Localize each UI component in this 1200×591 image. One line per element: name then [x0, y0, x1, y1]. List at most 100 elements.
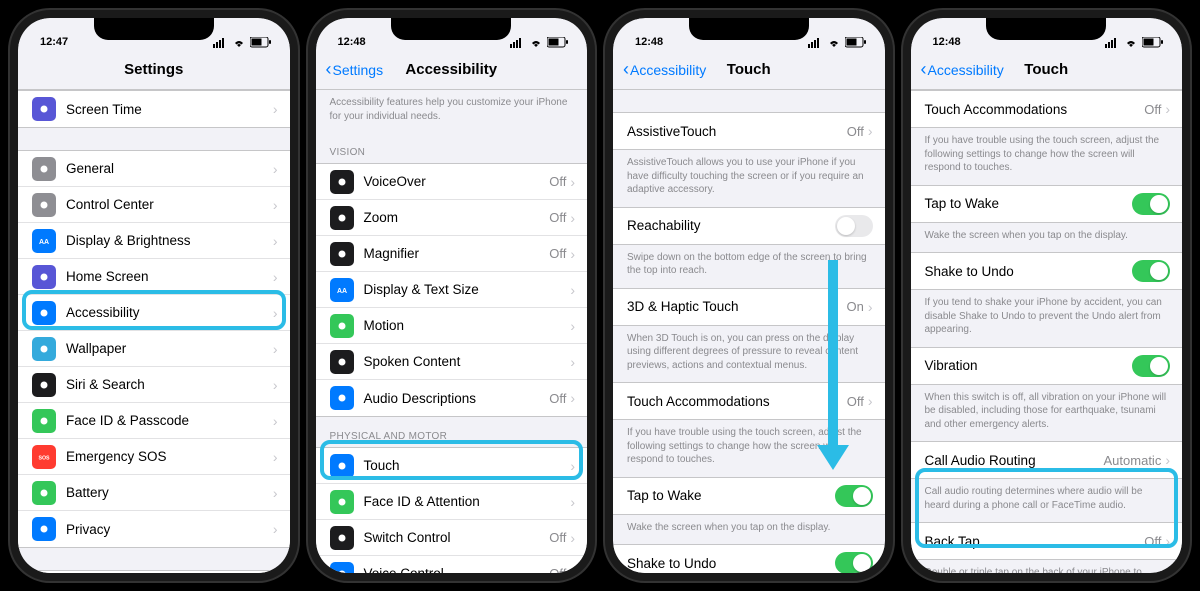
nav-back-button[interactable]: ‹Accessibility [921, 59, 1004, 80]
settings-row[interactable]: Back TapOff› [911, 523, 1183, 559]
row-label: Zoom [364, 210, 550, 225]
status-time: 12:48 [635, 36, 663, 48]
toggle-switch[interactable] [835, 215, 873, 237]
settings-row[interactable]: Siri & Search› [18, 367, 290, 403]
settings-row[interactable]: Touch› [316, 448, 588, 484]
settings-row[interactable]: AssistiveTouchOff› [613, 113, 885, 149]
settings-row[interactable]: ZoomOff› [316, 200, 588, 236]
signal-icon [213, 38, 228, 48]
settings-row[interactable]: AADisplay & Brightness› [18, 223, 290, 259]
switchctl-icon [330, 526, 354, 550]
person-icon [32, 301, 56, 325]
toggle-switch[interactable] [1132, 355, 1170, 377]
chevron-right-icon: › [273, 101, 278, 117]
settings-group: Tap to Wake [911, 185, 1183, 223]
magnifier-icon [330, 242, 354, 266]
toggle-switch[interactable] [1132, 260, 1170, 282]
settings-row[interactable]: VoiceOverOff› [316, 164, 588, 200]
settings-row[interactable]: AADisplay & Text Size› [316, 272, 588, 308]
nav-bar: ‹SettingsAccessibility [316, 50, 588, 90]
settings-row[interactable]: Vibration [911, 348, 1183, 384]
settings-row[interactable]: General› [18, 151, 290, 187]
battery-icon [1142, 37, 1164, 48]
settings-row[interactable]: Battery› [18, 475, 290, 511]
settings-row[interactable]: 3D & Haptic TouchOn› [613, 289, 885, 325]
settings-row[interactable]: Spoken Content› [316, 344, 588, 380]
settings-group: Touch›Face ID & Attention›Switch Control… [316, 447, 588, 573]
settings-row[interactable]: SOSEmergency SOS› [18, 439, 290, 475]
chevron-right-icon: › [570, 318, 575, 334]
row-label: Shake to Undo [627, 556, 835, 571]
chevron-right-icon: › [868, 123, 873, 139]
face-icon [330, 490, 354, 514]
row-label: Tap to Wake [627, 488, 835, 503]
chevron-right-icon: › [1165, 452, 1170, 468]
nav-bar: ‹AccessibilityTouch [613, 50, 885, 90]
signal-icon [1105, 38, 1120, 48]
row-label: Screen Time [66, 102, 273, 117]
section-description: Wake the screen when you tap on the disp… [911, 223, 1183, 253]
wifi-icon [827, 38, 841, 48]
settings-row[interactable]: Motion› [316, 308, 588, 344]
settings-row[interactable]: Switch ControlOff› [316, 520, 588, 556]
settings-row[interactable]: Touch AccommodationsOff› [911, 91, 1183, 127]
settings-row[interactable]: Shake to Undo [613, 545, 885, 573]
toggle-switch[interactable] [835, 552, 873, 573]
voice-icon [330, 562, 354, 574]
signal-icon [808, 38, 823, 48]
row-value: Off [1144, 534, 1161, 549]
chevron-right-icon: › [273, 413, 278, 429]
settings-row[interactable]: Reachability [613, 208, 885, 244]
settings-row[interactable]: Touch AccommodationsOff› [613, 383, 885, 419]
row-value: Off [1144, 102, 1161, 117]
settings-row[interactable]: Screen Time› [18, 91, 290, 127]
settings-row[interactable]: MagnifierOff› [316, 236, 588, 272]
nav-back-button[interactable]: ‹Settings [326, 59, 384, 80]
settings-row[interactable]: Face ID & Passcode› [18, 403, 290, 439]
aa-icon: AA [330, 278, 354, 302]
settings-row[interactable]: Home Screen› [18, 259, 290, 295]
settings-row[interactable]: App Store› [18, 571, 290, 573]
row-label: Privacy [66, 522, 273, 537]
settings-row[interactable]: Privacy› [18, 511, 290, 547]
status-time: 12:48 [338, 36, 366, 48]
toggle-switch[interactable] [835, 485, 873, 507]
settings-group: Shake to Undo [911, 252, 1183, 290]
section-description: If you tend to shake your iPhone by acci… [911, 290, 1183, 347]
status-time: 12:48 [933, 36, 961, 48]
status-time: 12:47 [40, 36, 68, 48]
chevron-right-icon: › [273, 161, 278, 177]
section-description: If you have trouble using the touch scre… [613, 420, 885, 477]
settings-row[interactable]: Tap to Wake [911, 186, 1183, 222]
audio-icon [330, 386, 354, 410]
settings-row[interactable]: Call Audio RoutingAutomatic› [911, 442, 1183, 478]
flower-icon [32, 337, 56, 361]
row-value: Off [549, 566, 566, 573]
notch [986, 18, 1106, 40]
chevron-right-icon: › [1165, 533, 1170, 549]
settings-row[interactable]: Shake to Undo [911, 253, 1183, 289]
nav-back-button[interactable]: ‹Accessibility [623, 59, 706, 80]
chevron-right-icon: › [570, 354, 575, 370]
row-label: Battery [66, 485, 273, 500]
settings-row[interactable]: Tap to Wake [613, 478, 885, 514]
settings-group: Reachability [613, 207, 885, 245]
settings-row[interactable]: Wallpaper› [18, 331, 290, 367]
phone-3: 12:48 ‹AccessibilityTouch Touch Accommod… [903, 10, 1191, 581]
row-value: Off [549, 530, 566, 545]
battery-icon [547, 37, 569, 48]
row-label: Audio Descriptions [364, 391, 550, 406]
settings-row[interactable]: Face ID & Attention› [316, 484, 588, 520]
phone-1: 12:48 ‹SettingsAccessibility Accessibili… [308, 10, 596, 581]
settings-row[interactable]: Voice ControlOff› [316, 556, 588, 573]
row-label: Shake to Undo [925, 264, 1133, 279]
settings-row[interactable]: Control Center› [18, 187, 290, 223]
section-description: Swipe down on the bottom edge of the scr… [613, 245, 885, 288]
settings-row[interactable]: Accessibility› [18, 295, 290, 331]
toggle-switch[interactable] [1132, 193, 1170, 215]
settings-group: App Store›Wallet & Apple Pay› [18, 570, 290, 573]
settings-group: Touch AccommodationsOff› [911, 90, 1183, 128]
settings-row[interactable]: Audio DescriptionsOff› [316, 380, 588, 416]
row-label: Magnifier [364, 246, 550, 261]
row-label: Reachability [627, 218, 835, 233]
